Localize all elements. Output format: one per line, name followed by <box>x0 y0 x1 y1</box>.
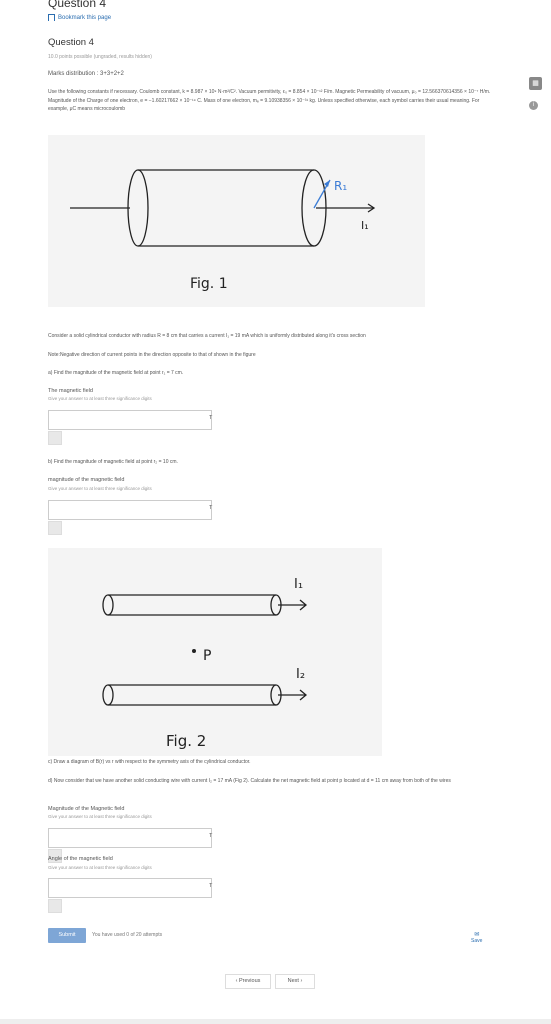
save-icon: ✉ <box>474 932 480 938</box>
status-d2-box <box>48 899 62 913</box>
previous-button[interactable]: ‹ Previous <box>225 974 271 989</box>
answer-b-input[interactable] <box>48 500 212 520</box>
submit-button[interactable]: Submit <box>48 928 86 943</box>
part-b-text: b) Find the magnitude of magnetic field … <box>48 459 178 465</box>
bottom-bar <box>0 1019 551 1024</box>
status-b-box <box>48 521 62 535</box>
field-b-label: magnitude of the magnetic field <box>48 477 125 483</box>
point-p-label: P <box>203 648 211 664</box>
unit-a: T <box>209 415 213 421</box>
figure-2-drawing: I₁ P I₂ Fig. 2 <box>102 577 308 750</box>
answer-d1-input[interactable] <box>48 828 212 848</box>
next-button[interactable]: Next › <box>275 974 315 989</box>
question-top-heading: Question 4 <box>48 0 107 10</box>
chevron-right-icon: › <box>298 978 303 984</box>
answer-d2-input[interactable] <box>48 878 212 898</box>
field-b-hint: Give your answer to at least three signi… <box>48 486 152 491</box>
r1-label: R₁ <box>334 179 347 193</box>
part-c-text: c) Draw a diagram of B(r) vs r with resp… <box>48 759 251 765</box>
part-a-text: a) Find the magnitude of the magnetic fi… <box>48 370 184 376</box>
constants-text: Use the following constants if necessary… <box>48 89 491 112</box>
field-d1-hint: Give your answer to at least three signi… <box>48 814 152 819</box>
fig2-i2-label: I₂ <box>296 667 305 682</box>
fig2-caption: Fig. 2 <box>166 732 206 750</box>
i1-label: I₁ <box>361 219 369 232</box>
note-text: Note:Negative direction of current point… <box>48 352 256 358</box>
info-icon[interactable]: i <box>529 101 538 110</box>
point-p-marker <box>192 649 196 653</box>
marks-distribution: Marks distribution : 3+3+2+2 <box>48 71 124 77</box>
answer-a-input[interactable] <box>48 410 212 430</box>
figure-2: I₁ P I₂ Fig. 2 <box>48 548 382 756</box>
problem-statement: Consider a solid cylindrical conductor w… <box>48 333 366 339</box>
field-d2-hint: Give your answer to at least three signi… <box>48 865 152 870</box>
part-d-text: d) Now consider that we have another sol… <box>48 778 451 784</box>
fig2-i1-label: I₁ <box>294 577 303 592</box>
status-a-box <box>48 431 62 445</box>
unit-d1: T <box>209 833 213 839</box>
calculator-icon[interactable]: ▦ <box>529 77 542 90</box>
field-d2-label: Angle of the magnetic field <box>48 856 113 862</box>
unit-b: T <box>209 505 213 511</box>
figure-1-drawing: R₁ I₁ Fig. 1 <box>70 169 376 292</box>
fig1-caption: Fig. 1 <box>190 276 228 292</box>
unit-d2: T <box>209 883 213 889</box>
field-a-label: The magnetic field <box>48 388 93 394</box>
question-title: Question 4 <box>48 37 94 48</box>
bookmark-icon <box>48 14 55 21</box>
figure-1: R₁ I₁ Fig. 1 <box>48 135 425 307</box>
points-text: 10.0 points possible (ungraded, results … <box>48 54 152 60</box>
bookmark-link[interactable]: Bookmark this page <box>48 14 111 21</box>
save-button[interactable]: ✉ Save <box>471 931 482 944</box>
field-a-hint: Give your answer to at least three signi… <box>48 396 152 401</box>
attempts-text: You have used 0 of 20 attempts <box>92 932 163 938</box>
field-d1-label: Magnitude of the Magnetic field <box>48 806 125 812</box>
